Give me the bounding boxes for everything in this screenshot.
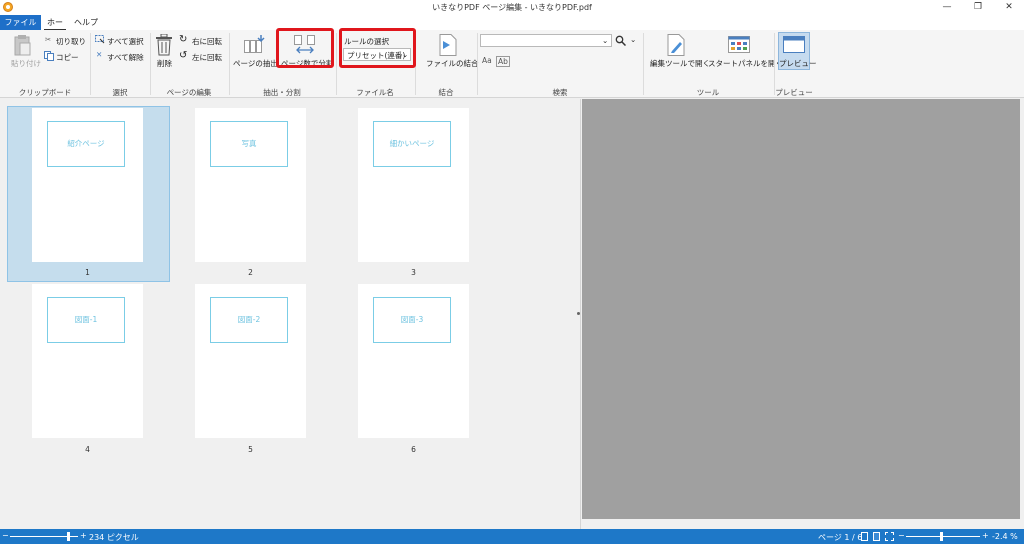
page-number: 2: [248, 268, 253, 277]
group-label-extract-split: 抽出・分割: [263, 88, 301, 97]
group-separator: [774, 33, 775, 95]
thumbnail-size-slider-handle[interactable]: [67, 532, 70, 541]
thumbnail-size-value: 234 ピクセル: [89, 533, 139, 542]
group-label-filename: ファイル名: [356, 88, 394, 97]
deselect-all-label: すべて解除: [107, 53, 144, 62]
search-icon[interactable]: [615, 35, 626, 46]
deselect-icon: ✕: [96, 50, 103, 59]
group-label-clipboard: クリップボード: [18, 88, 72, 97]
page-thumbnail[interactable]: 写真: [195, 108, 306, 262]
copy-icon: [44, 51, 54, 61]
rotate-right-icon: ↻: [179, 34, 188, 45]
horizontal-scrollbar[interactable]: [582, 519, 1020, 529]
search-input[interactable]: ⌄: [480, 34, 612, 47]
page-thumbnail[interactable]: 紹介ページ: [32, 108, 143, 262]
match-case-toggle[interactable]: Aa: [482, 56, 492, 65]
group-separator: [643, 33, 644, 95]
zoom-slider-track[interactable]: [906, 536, 980, 537]
rotate-right-label: 右に回転: [192, 37, 222, 46]
preview-label: プレビュー: [779, 59, 817, 68]
page-number: 4: [85, 445, 90, 454]
status-bar: − + 234 ピクセル ページ 1 / 6 − + -2.4 %: [0, 529, 1024, 544]
zoom-in-button[interactable]: +: [982, 531, 989, 540]
page-number: 6: [411, 445, 416, 454]
page-content-box: 細かいページ: [373, 121, 451, 167]
extract-pages-icon: [244, 35, 265, 53]
zoom-slider-handle[interactable]: [940, 532, 943, 541]
single-page-view-icon[interactable]: [861, 532, 868, 541]
preview-toggle-button[interactable]: プレビュー: [778, 32, 817, 70]
combine-files-icon: [439, 34, 457, 56]
group-label-combine: 結合: [438, 88, 454, 97]
page-thumbnail[interactable]: 図面-2: [195, 284, 306, 438]
whole-word-toggle[interactable]: Ab: [496, 56, 510, 67]
zoom-level: -2.4 %: [992, 532, 1018, 541]
group-label-tools: ツール: [696, 88, 720, 97]
close-button[interactable]: ✕: [994, 0, 1024, 15]
page-content-box: 写真: [210, 121, 288, 167]
panel-splitter[interactable]: [576, 99, 581, 529]
fit-width-view-icon[interactable]: [885, 532, 894, 541]
preview-pane[interactable]: [582, 99, 1020, 519]
zoom-out-button[interactable]: −: [898, 531, 905, 540]
thumbnail-size-plus-button[interactable]: +: [80, 531, 87, 540]
page-number: 3: [411, 268, 416, 277]
fit-page-view-icon[interactable]: [873, 532, 880, 541]
menu-bar: ファイル ホーム ヘルプ: [0, 15, 1024, 42]
delete-label: 削除: [157, 59, 172, 68]
tab-file[interactable]: ファイル: [0, 15, 41, 30]
page-number: 1: [85, 268, 90, 277]
page-content-box: 図面-3: [373, 297, 451, 343]
tab-help[interactable]: ヘルプ: [74, 15, 98, 30]
highlight-split-button: [276, 28, 334, 68]
group-separator: [90, 33, 91, 95]
scissors-icon: ✂: [45, 35, 52, 44]
group-label-search: 検索: [552, 88, 568, 97]
cut-label: 切り取り: [56, 37, 86, 46]
page-thumbnail[interactable]: 細かいページ: [358, 108, 469, 262]
group-separator: [477, 33, 478, 95]
highlight-filename-rule: [339, 28, 416, 68]
group-label-preview: プレビュー: [775, 88, 813, 97]
group-label-page-edit: ページの編集: [166, 88, 212, 97]
group-separator: [150, 33, 151, 95]
group-separator: [229, 33, 230, 95]
trash-icon: [156, 34, 172, 56]
page-content-box: 図面-1: [47, 297, 125, 343]
combine-files-label: ファイルの結合: [426, 59, 479, 68]
paste-label: 貼り付け: [11, 59, 41, 68]
select-all-icon: [95, 35, 105, 44]
copy-label: コピー: [56, 53, 79, 62]
page-thumbnail[interactable]: 図面-1: [32, 284, 143, 438]
paste-icon: [14, 35, 31, 56]
group-label-select: 選択: [112, 88, 128, 97]
rotate-left-icon: ↺: [179, 50, 188, 61]
minimize-button[interactable]: —: [932, 0, 962, 15]
restore-button[interactable]: ❐: [963, 0, 993, 15]
page-thumbnail-panel: 紹介ページ 1 写真 2 細かいページ 3 図面-1 4 図面-2 5 図面-3…: [0, 99, 576, 529]
rotate-left-label: 左に回転: [192, 53, 222, 62]
page-content-box: 紹介ページ: [47, 121, 125, 167]
select-all-label: すべて選択: [107, 37, 144, 46]
preview-icon: [783, 36, 805, 53]
start-panel-icon: [728, 36, 750, 53]
edit-tool-icon: [667, 34, 685, 56]
page-indicator: ページ 1 / 6: [818, 533, 863, 542]
open-in-editor-label: 編集ツールで開く: [650, 59, 710, 68]
tab-home[interactable]: ホーム: [44, 15, 66, 42]
thumbnail-size-minus-button[interactable]: −: [2, 531, 9, 540]
ribbon: 貼り付け ✂ 切り取り コピー クリップボード すべて選択 ✕ すべて解除 選択: [0, 28, 1024, 98]
splitter-grip-icon: [577, 312, 580, 315]
page-thumbnail[interactable]: 図面-3: [358, 284, 469, 438]
search-options-chevron-icon[interactable]: ⌄: [630, 35, 636, 44]
open-start-panel-label: スタートパネルを開く: [708, 59, 783, 68]
title-bar: いきなりPDF ページ編集 - いきなりPDF.pdf — ❐ ✕: [0, 0, 1024, 15]
page-number: 5: [248, 445, 253, 454]
group-separator: [336, 33, 337, 95]
window-title: いきなりPDF ページ編集 - いきなりPDF.pdf: [432, 3, 592, 12]
extract-pages-label: ページの抽出: [233, 59, 278, 68]
page-content-box: 図面-2: [210, 297, 288, 343]
chevron-down-icon: ⌄: [602, 36, 609, 45]
